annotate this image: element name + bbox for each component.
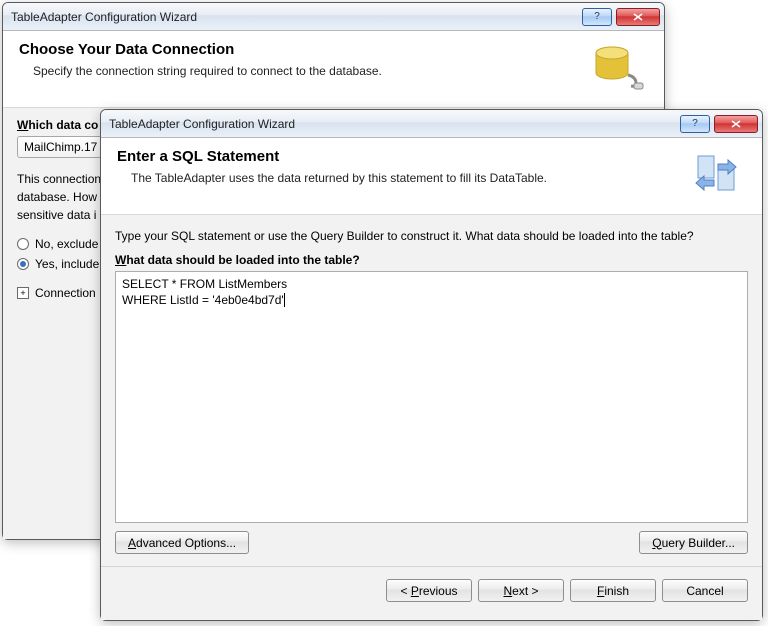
- database-icon: [590, 41, 648, 93]
- next-button[interactable]: Next >: [478, 579, 564, 602]
- wizard-window-front: TableAdapter Configuration Wizard ? Ente…: [100, 109, 763, 621]
- sql-line: WHERE ListId = '4eb0e4bd7d': [122, 293, 284, 307]
- help-button[interactable]: ?: [582, 8, 612, 26]
- nav-row: < Previous Next > Finish Cancel: [115, 579, 748, 606]
- window-title: TableAdapter Configuration Wizard: [11, 10, 582, 24]
- options-row: Advanced Options... Query Builder...: [115, 531, 748, 554]
- body-front: Type your SQL statement or use the Query…: [101, 215, 762, 620]
- header-back: Choose Your Data Connection Specify the …: [3, 31, 664, 108]
- header-title: Enter a SQL Statement: [117, 148, 688, 165]
- sql-line: SELECT * FROM ListMembers: [122, 277, 287, 291]
- finish-button[interactable]: Finish: [570, 579, 656, 602]
- radio-no-label: No, exclude: [35, 237, 98, 251]
- dropdown-value: MailChimp.17: [24, 140, 97, 154]
- previous-button[interactable]: < Previous: [386, 579, 472, 602]
- radio-icon: [17, 258, 29, 270]
- field-label: What data should be loaded into the tabl…: [115, 253, 748, 267]
- expand-label: Connection: [35, 286, 96, 300]
- help-button[interactable]: ?: [680, 115, 710, 133]
- sql-textarea[interactable]: SELECT * FROM ListMembers WHERE ListId =…: [115, 271, 748, 523]
- cancel-button[interactable]: Cancel: [662, 579, 748, 602]
- header-front: Enter a SQL Statement The TableAdapter u…: [101, 138, 762, 215]
- prompt-text: Type your SQL statement or use the Query…: [115, 229, 748, 243]
- query-builder-button[interactable]: Query Builder...: [639, 531, 748, 554]
- divider: [101, 566, 762, 567]
- close-button[interactable]: [714, 115, 758, 133]
- advanced-options-button[interactable]: Advanced Options...: [115, 531, 249, 554]
- close-button[interactable]: [616, 8, 660, 26]
- radio-icon: [17, 238, 29, 250]
- header-subtitle: The TableAdapter uses the data returned …: [117, 171, 688, 185]
- plus-icon: +: [17, 287, 29, 299]
- header-title: Choose Your Data Connection: [19, 41, 590, 58]
- titlebar-front[interactable]: TableAdapter Configuration Wizard ?: [101, 110, 762, 138]
- window-title: TableAdapter Configuration Wizard: [109, 117, 680, 131]
- radio-yes-label: Yes, include: [35, 257, 99, 271]
- header-subtitle: Specify the connection string required t…: [19, 64, 590, 78]
- titlebar-back[interactable]: TableAdapter Configuration Wizard ?: [3, 3, 664, 31]
- sql-transfer-icon: [688, 148, 746, 200]
